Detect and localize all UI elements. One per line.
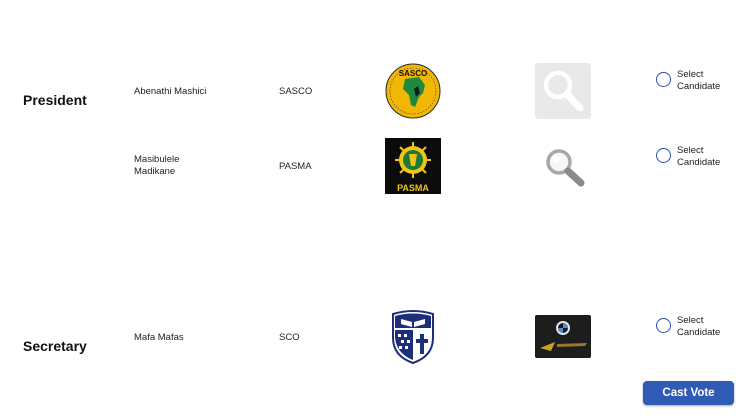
select-candidate-label[interactable]: Select Candidate: [677, 69, 737, 92]
candidate-party: PASMA: [279, 161, 312, 172]
select-candidate-option[interactable]: Select Candidate: [656, 145, 737, 168]
select-candidate-label[interactable]: Select Candidate: [677, 145, 737, 168]
car-photo-icon: [535, 315, 591, 358]
magnifier-placeholder-icon: [546, 149, 585, 187]
select-candidate-option[interactable]: Select Candidate: [656, 315, 737, 338]
cast-vote-button[interactable]: Cast Vote: [643, 381, 734, 405]
candidate-name: Mafa Mafas: [134, 332, 184, 343]
select-candidate-radio[interactable]: [656, 72, 671, 87]
select-candidate-radio[interactable]: [656, 318, 671, 333]
magnifier-placeholder-icon: [535, 63, 591, 119]
candidate-party: SASCO: [279, 86, 313, 97]
sasco-logo-text: SASCO: [399, 69, 427, 78]
sco-crest-logo-icon: [392, 310, 434, 364]
sasco-logo-icon: SASCO: [385, 63, 441, 119]
position-title-president: President: [23, 92, 87, 108]
select-candidate-radio[interactable]: [656, 148, 671, 163]
candidate-party: SCO: [279, 332, 300, 343]
pasma-logo-text: PASMA: [397, 183, 429, 193]
position-title-secretary: Secretary: [23, 338, 87, 354]
candidate-name: Abenathi Mashici: [134, 86, 207, 97]
select-candidate-option[interactable]: Select Candidate: [656, 69, 737, 92]
candidate-name: Masibulele Madikane: [134, 154, 180, 177]
select-candidate-label[interactable]: Select Candidate: [677, 315, 737, 338]
pasma-logo-icon: PASMA: [385, 138, 441, 194]
